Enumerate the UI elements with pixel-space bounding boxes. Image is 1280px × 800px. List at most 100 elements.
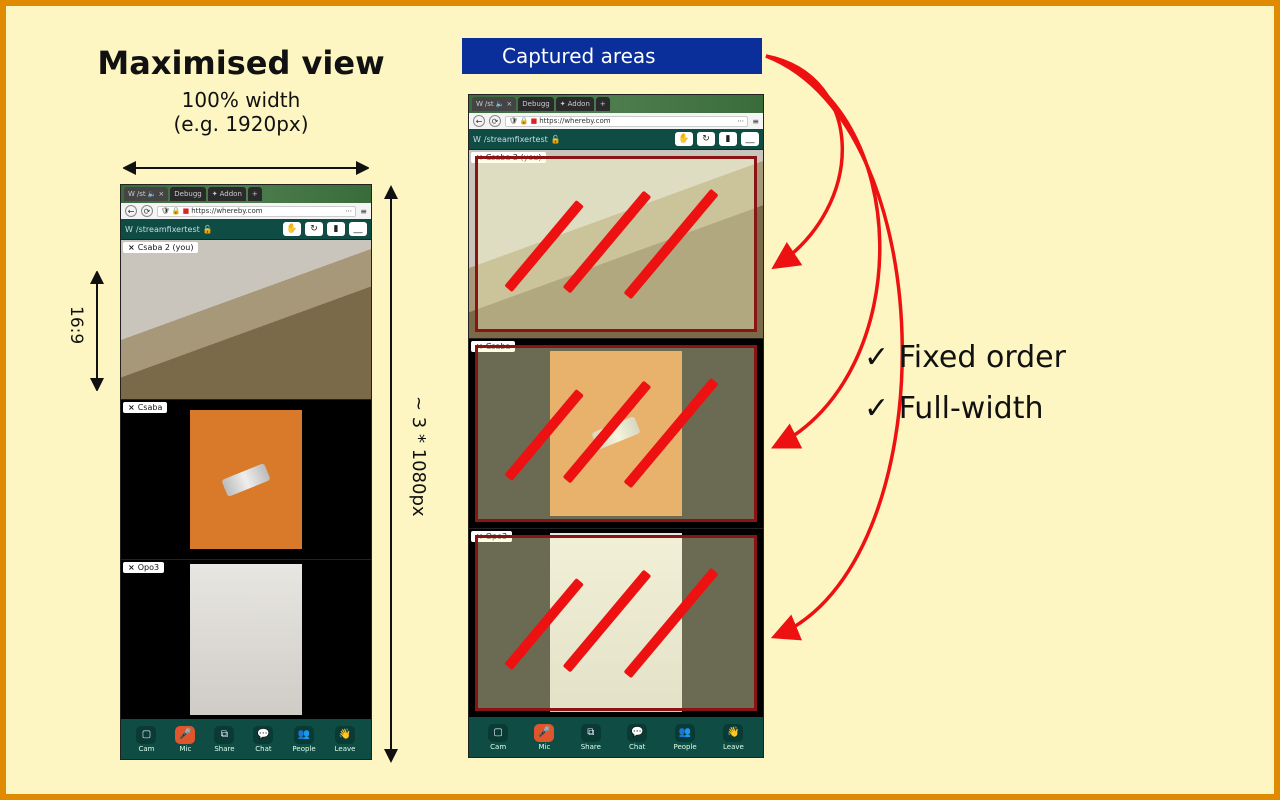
people-icon: 👥	[294, 726, 314, 744]
browser-tab-strip: W/st🔈× Debugg ✦Addon +	[121, 185, 371, 203]
call-toolbar: ▢Cam 🎤Mic ⧉Share 💬Chat 👥People 👋Leave	[121, 719, 371, 759]
capture-area-overlay	[475, 345, 757, 521]
close-icon[interactable]: ×	[128, 243, 135, 252]
browser-tab[interactable]: W/st🔈×	[124, 187, 168, 201]
video-pane[interactable]: ×Csaba 2 (you)	[469, 149, 763, 338]
wave-icon: 👋	[335, 726, 355, 744]
close-icon[interactable]: ×	[128, 563, 135, 572]
back-button[interactable]: ←	[473, 115, 485, 127]
video-pane[interactable]: ×Opo3	[469, 528, 763, 717]
new-tab-button[interactable]: +	[248, 187, 262, 201]
chat-icon: 💬	[253, 726, 273, 744]
share-button[interactable]: ⧉Share	[581, 724, 601, 751]
people-button[interactable]: 👥People	[673, 724, 696, 751]
new-tab-button[interactable]: +	[596, 97, 610, 111]
video-pane[interactable]: ×Opo3	[121, 559, 371, 719]
video-pane[interactable]: ×Csaba	[469, 338, 763, 527]
video-pane[interactable]: ×Csaba	[121, 399, 371, 559]
minimize-button[interactable]: __	[349, 222, 367, 236]
height-arrow	[381, 184, 401, 764]
lock-icon: 🔒	[172, 207, 181, 215]
capture-area-overlay	[475, 535, 757, 711]
cam-button[interactable]: ▢Cam	[136, 726, 156, 753]
camera-icon: ■	[183, 207, 190, 215]
shield-icon: 🛡	[161, 207, 170, 215]
bullet-full-width: Full-width	[864, 383, 1066, 434]
chat-button[interactable]: 💬Chat	[253, 726, 273, 753]
leave-button[interactable]: 👋Leave	[723, 724, 744, 751]
participant-chip[interactable]: ×Csaba 2 (you)	[123, 242, 198, 253]
video-grid: ×Csaba 2 (you) ×Csaba ×Opo3	[121, 239, 371, 719]
browser-window-left: W/st🔈× Debugg ✦Addon + ← ⟳ 🛡 🔒 ■ https:/…	[120, 184, 372, 760]
lock-icon: 🔓	[551, 135, 561, 144]
chat-button[interactable]: 💬Chat	[627, 724, 647, 751]
participant-chip[interactable]: ×Opo3	[123, 562, 164, 573]
browser-window-right: W/st🔈× Debugg ✦Addon + ← ⟳ 🛡 🔒 ■ https:/…	[468, 94, 764, 758]
browser-tab[interactable]: Debugg	[170, 187, 205, 201]
share-button[interactable]: ⧉Share	[214, 726, 234, 753]
hand-button[interactable]: ✋	[283, 222, 301, 236]
minimize-button[interactable]: __	[741, 132, 759, 146]
reload-button[interactable]: ⟳	[489, 115, 501, 127]
leave-button[interactable]: 👋Leave	[335, 726, 356, 753]
url-input[interactable]: 🛡 🔒 ■ https://whereby.com ⋯	[505, 116, 748, 127]
browser-tab[interactable]: ✦Addon	[208, 187, 246, 201]
aspect-ratio-label: 16:9	[66, 306, 86, 344]
browser-tab[interactable]: Debugg	[518, 97, 553, 111]
camera-icon: ▢	[488, 724, 508, 742]
video-grid: ×Csaba 2 (you) ×Csaba ×Opo3	[469, 149, 763, 717]
room-name: W/streamfixertest🔓	[473, 135, 671, 144]
browser-tab[interactable]: ✦Addon	[556, 97, 594, 111]
layout-button[interactable]: ▮	[327, 222, 345, 236]
url-text: https://whereby.com	[191, 207, 262, 215]
menu-icon[interactable]: ≡	[360, 207, 367, 216]
cam-button[interactable]: ▢Cam	[488, 724, 508, 751]
hand-button[interactable]: ✋	[675, 132, 693, 146]
call-toolbar: ▢Cam 🎤Mic ⧉Share 💬Chat 👥People 👋Leave	[469, 717, 763, 757]
browser-tab[interactable]: W/st🔈×	[472, 97, 516, 111]
width-arrow	[123, 158, 369, 178]
refresh-button[interactable]: ↻	[305, 222, 323, 236]
participant-chip[interactable]: ×Csaba	[123, 402, 167, 413]
video-pane[interactable]: ×Csaba 2 (you)	[121, 239, 371, 399]
close-icon[interactable]: ×	[128, 403, 135, 412]
screen-share-icon: ⧉	[581, 724, 601, 742]
wave-icon: 👋	[723, 724, 743, 742]
title-block: Maximised view 100% width (e.g. 1920px)	[66, 44, 416, 136]
chat-icon: 💬	[627, 724, 647, 742]
mic-off-icon: 🎤	[534, 724, 554, 742]
url-text: https://whereby.com	[539, 117, 610, 125]
page-title: Maximised view	[66, 44, 416, 82]
browser-url-bar: ← ⟳ 🛡 🔒 ■ https://whereby.com ⋯ ≡	[121, 203, 371, 219]
shield-icon: 🛡	[509, 117, 518, 125]
feature-bullets: Fixed order Full-width	[864, 332, 1066, 434]
height-label: ~ 3 * 1080px	[408, 396, 429, 517]
back-button[interactable]: ←	[125, 205, 137, 217]
camera-icon: ■	[531, 117, 538, 125]
subtitle-width: 100% width	[66, 88, 416, 112]
lock-icon: 🔒	[520, 117, 529, 125]
people-button[interactable]: 👥People	[292, 726, 315, 753]
room-bar: W/streamfixertest🔓 ✋ ↻ ▮ __	[469, 129, 763, 149]
browser-tab-strip: W/st🔈× Debugg ✦Addon +	[469, 95, 763, 113]
people-icon: 👥	[675, 724, 695, 742]
aspect-ratio-arrow	[88, 271, 106, 391]
subtitle-example: (e.g. 1920px)	[66, 112, 416, 136]
mic-button[interactable]: 🎤Mic	[534, 724, 554, 751]
reload-button[interactable]: ⟳	[141, 205, 153, 217]
layout-button[interactable]: ▮	[719, 132, 737, 146]
captured-areas-label: Captured areas	[462, 38, 762, 74]
screen-share-icon: ⧉	[214, 726, 234, 744]
menu-icon[interactable]: ≡	[752, 117, 759, 126]
room-bar: W/streamfixertest🔓 ✋ ↻ ▮ __	[121, 219, 371, 239]
browser-url-bar: ← ⟳ 🛡 🔒 ■ https://whereby.com ⋯ ≡	[469, 113, 763, 129]
room-name: W/streamfixertest🔓	[125, 225, 279, 234]
bullet-fixed-order: Fixed order	[864, 332, 1066, 383]
mic-button[interactable]: 🎤Mic	[175, 726, 195, 753]
lock-icon: 🔓	[203, 225, 213, 234]
mic-off-icon: 🎤	[175, 726, 195, 744]
refresh-button[interactable]: ↻	[697, 132, 715, 146]
capture-area-overlay	[475, 156, 757, 332]
url-input[interactable]: 🛡 🔒 ■ https://whereby.com ⋯	[157, 206, 356, 217]
camera-icon: ▢	[136, 726, 156, 744]
